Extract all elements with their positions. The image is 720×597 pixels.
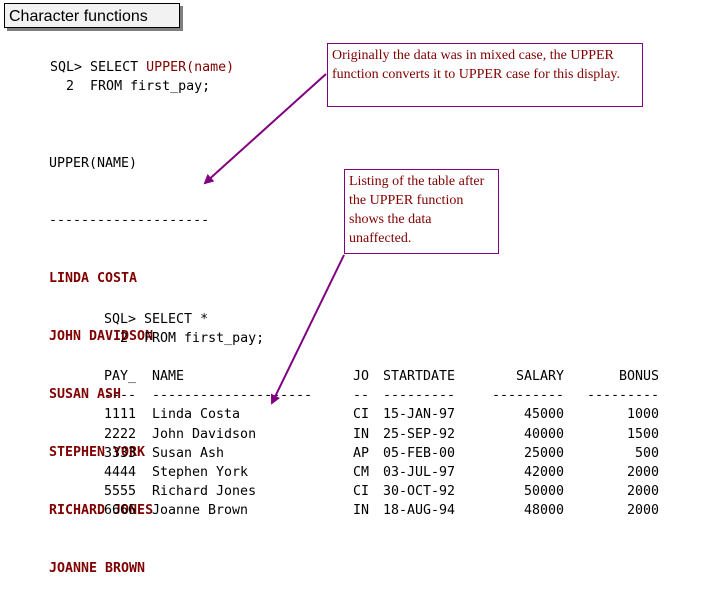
arrow-to-table-names xyxy=(271,254,345,405)
arrow-to-upper-results xyxy=(203,73,327,185)
result-row: JOANNE BROWN xyxy=(49,560,146,576)
callout-arrows xyxy=(203,73,345,405)
